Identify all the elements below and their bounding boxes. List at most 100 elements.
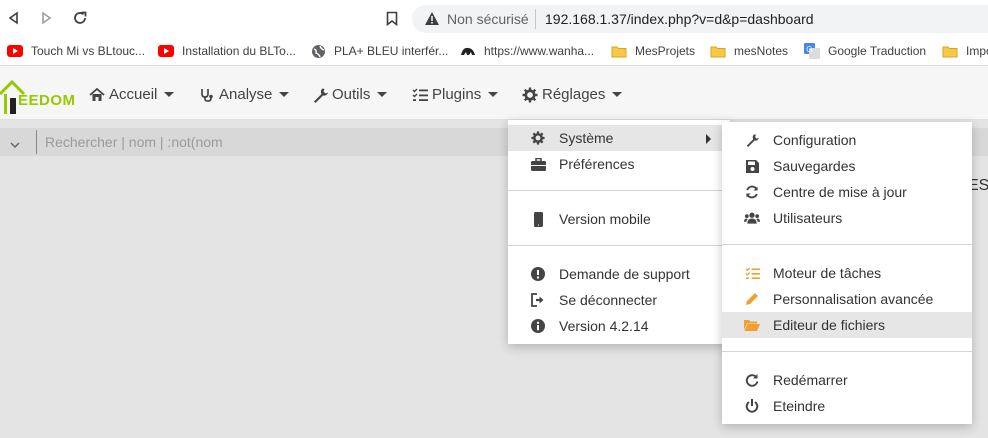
submenu-item-configuration[interactable]: Configuration	[722, 127, 972, 153]
menu-item-support[interactable]: Demande de support	[508, 261, 730, 287]
menu-label: Outils	[332, 86, 371, 103]
bookmark-icon	[386, 11, 398, 26]
youtube-icon	[7, 43, 23, 59]
menu-plugins[interactable]: Plugins	[412, 86, 499, 103]
submenu-item-label: Personnalisation avancée	[773, 291, 934, 307]
menu-label: Analyse	[219, 86, 273, 103]
menu-reglages[interactable]: Réglages	[522, 86, 623, 103]
bookmark-label: Installation du BLTo...	[182, 44, 296, 58]
menu-item-label: Version mobile	[559, 211, 651, 227]
browser-toolbar: Non sécurisé 192.168.1.37/index.php?v=d&…	[0, 0, 988, 36]
forward-button[interactable]	[36, 8, 56, 28]
bookmark-item[interactable]: https://www.wanha...	[460, 43, 594, 59]
submenu-item-label: Configuration	[773, 132, 857, 148]
menu-item-version[interactable]: Version 4.2.14	[508, 313, 730, 339]
menu-item-systeme[interactable]: Système	[508, 125, 730, 151]
bookmark-item[interactable]: Impo	[942, 43, 988, 59]
submenu-item-label: Sauvegardes	[773, 158, 856, 174]
submenu-item-shutdown[interactable]: Eteindre	[722, 393, 972, 419]
submenu-item-label: Editeur de fichiers	[773, 317, 886, 333]
bookmark-item[interactable]: G Google Traduction	[804, 43, 926, 59]
reload-icon	[74, 11, 87, 24]
pencil-icon	[744, 291, 760, 307]
submenu-item-label: Moteur de tâches	[773, 265, 882, 281]
submenu-item-updates[interactable]: Centre de mise à jour	[722, 179, 972, 205]
folder-icon	[611, 43, 627, 59]
bookmark-star-button[interactable]	[382, 8, 402, 28]
bookmark-item[interactable]: Installation du BLTo...	[158, 43, 296, 59]
chevron-down-icon[interactable]	[10, 136, 20, 154]
reload-button[interactable]	[70, 8, 90, 28]
reglages-dropdown: Système Préférences Version mobile Deman…	[508, 120, 730, 344]
sign-out-icon	[530, 292, 546, 308]
submenu-item-users[interactable]: Utilisateurs	[722, 205, 972, 231]
menu-item-version-mobile[interactable]: Version mobile	[508, 206, 730, 232]
refresh-icon	[744, 184, 760, 200]
caret-down-icon	[377, 92, 388, 97]
folder-icon	[942, 43, 958, 59]
back-button[interactable]	[4, 8, 24, 28]
systeme-submenu: Configuration Sauvegardes Centre de mise…	[722, 122, 972, 424]
wrench-icon	[744, 132, 760, 148]
bookmark-label: MesProjets	[635, 44, 696, 58]
menu-label: Réglages	[542, 86, 606, 103]
submenu-item-sauvegardes[interactable]: Sauvegardes	[722, 153, 972, 179]
cog-icon	[530, 130, 546, 146]
menu-divider	[722, 351, 972, 352]
bookmark-label: Google Traduction	[828, 44, 927, 58]
url-text[interactable]: 192.168.1.37/index.php?v=d&p=dashboard	[545, 11, 814, 27]
bookmark-item[interactable]: Touch Mi vs BLtouc...	[7, 43, 145, 59]
logo-text: EEDOM	[18, 92, 76, 109]
menu-item-label: Préférences	[559, 156, 635, 172]
menu-divider	[508, 190, 730, 191]
wrench-icon	[312, 87, 328, 103]
back-arrow-icon	[8, 11, 18, 25]
search-input[interactable]	[36, 130, 506, 154]
users-icon	[744, 210, 760, 226]
caret-down-icon	[279, 92, 290, 97]
address-separator	[535, 9, 536, 29]
bookmark-label: https://www.wanha...	[484, 44, 595, 58]
address-bar[interactable]: Non sécurisé 192.168.1.37/index.php?v=d&…	[412, 5, 988, 33]
menu-divider	[722, 244, 972, 245]
menu-item-label: Se déconnecter	[559, 292, 658, 308]
menu-divider	[508, 245, 730, 246]
submenu-item-custom[interactable]: Personnalisation avancée	[722, 286, 972, 312]
exclamation-circle-icon	[530, 266, 546, 282]
security-status[interactable]: Non sécurisé	[447, 11, 529, 27]
app-navbar: EEDOM Accueil Analyse Outils Plugins Rég…	[0, 66, 988, 120]
warning-icon	[424, 11, 440, 29]
bookmark-item[interactable]: mesNotes	[710, 43, 788, 59]
submenu-item-restart[interactable]: Redémarrer	[722, 367, 972, 393]
submenu-item-label: Centre de mise à jour	[773, 184, 907, 200]
menu-item-label: Version 4.2.14	[559, 318, 649, 334]
caret-down-icon	[612, 92, 623, 97]
globe-icon	[310, 43, 326, 59]
menu-item-preferences[interactable]: Préférences	[508, 151, 730, 177]
menu-item-logout[interactable]: Se déconnecter	[508, 287, 730, 313]
jeedom-logo[interactable]: EEDOM	[0, 76, 75, 116]
menu-analyse[interactable]: Analyse	[199, 86, 290, 103]
site-icon	[460, 43, 476, 59]
folder-open-icon	[744, 317, 760, 333]
youtube-icon	[158, 43, 174, 59]
menu-label: Plugins	[432, 86, 482, 103]
bookmark-label: Impo	[966, 44, 988, 58]
submenu-item-label: Redémarrer	[773, 372, 848, 388]
bookmark-label: PLA+ BLEU interfér...	[334, 44, 449, 58]
menu-outils[interactable]: Outils	[312, 86, 388, 103]
tasks-icon	[744, 265, 760, 281]
menu-accueil[interactable]: Accueil	[89, 86, 175, 103]
info-circle-icon	[530, 318, 546, 334]
bookmarks-bar: Touch Mi vs BLtouc... Installation du BL…	[0, 36, 988, 66]
svg-text:G: G	[806, 45, 812, 54]
menu-item-label: Système	[559, 130, 614, 146]
tasks-icon	[412, 87, 428, 103]
redo-icon	[744, 372, 760, 388]
bookmark-item[interactable]: MesProjets	[611, 43, 695, 59]
bookmark-item[interactable]: PLA+ BLEU interfér...	[310, 43, 448, 59]
submenu-item-task-engine[interactable]: Moteur de tâches	[722, 260, 972, 286]
submenu-item-file-editor[interactable]: Editeur de fichiers	[722, 312, 972, 338]
bookmark-label: mesNotes	[734, 44, 789, 58]
mobile-icon	[530, 211, 546, 227]
